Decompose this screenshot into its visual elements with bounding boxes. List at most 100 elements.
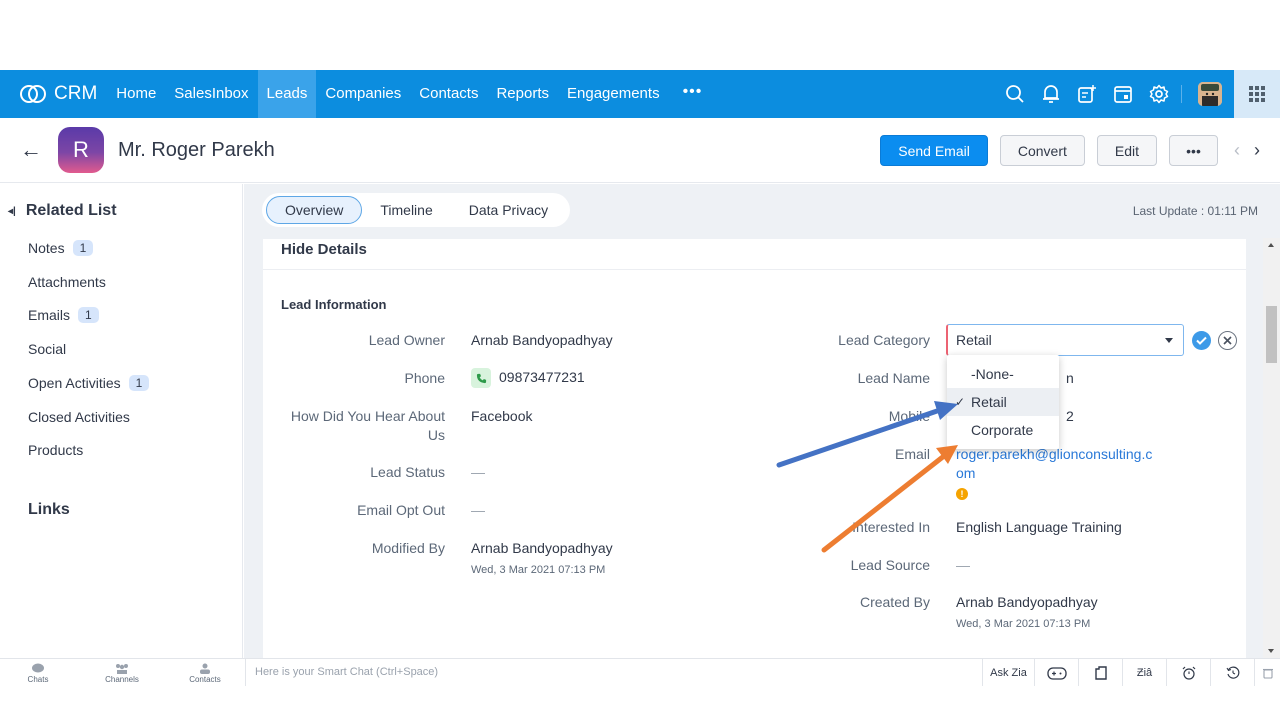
lead-owner-value[interactable]: Arnab Bandyopadhyay xyxy=(471,331,613,350)
scroll-up-icon[interactable] xyxy=(1268,243,1274,247)
last-update-text: Last Update : 01:11 PM xyxy=(1132,204,1258,218)
created-by-value: Arnab Bandyopadhyay Wed, 3 Mar 2021 07:1… xyxy=(956,593,1098,634)
dropdown-option-corporate[interactable]: Corporate xyxy=(947,416,1059,444)
links-title[interactable]: Links xyxy=(28,501,70,519)
sidebar-item-open-activities[interactable]: Open Activities 1 xyxy=(28,375,150,391)
convert-button[interactable]: Convert xyxy=(999,135,1085,166)
dropdown-option-retail[interactable]: ✓ Retail xyxy=(947,388,1059,416)
scrollbar-thumb[interactable] xyxy=(1266,306,1277,363)
sidebar-item-label: Open Activities xyxy=(28,375,121,391)
history-icon[interactable] xyxy=(1210,659,1254,687)
search-icon[interactable] xyxy=(997,70,1033,118)
field-label: Lead Category xyxy=(838,332,930,348)
contacts-label: Contacts xyxy=(189,675,221,684)
nav-item-leads[interactable]: Leads xyxy=(257,70,317,118)
nav-item-home[interactable]: Home xyxy=(107,70,165,118)
sidebar-item-closed-activities[interactable]: Closed Activities xyxy=(28,409,130,425)
sidebar-item-products[interactable]: Products xyxy=(28,442,83,458)
ask-zia-button[interactable]: Ask Zia xyxy=(982,659,1034,687)
field-label: Lead Source xyxy=(850,557,930,573)
add-note-icon[interactable] xyxy=(1069,70,1105,118)
created-by-date: Wed, 3 Mar 2021 07:13 PM xyxy=(956,618,1091,630)
option-label: Retail xyxy=(971,394,1007,410)
modified-by-date: Wed, 3 Mar 2021 07:13 PM xyxy=(471,564,606,576)
warning-icon[interactable]: ! xyxy=(956,488,968,500)
field-label: Modified By xyxy=(371,540,445,556)
count-badge: 1 xyxy=(128,375,150,391)
how-did-you-hear-value[interactable]: Facebook xyxy=(471,407,532,426)
alarm-icon[interactable] xyxy=(1166,659,1210,687)
profile-avatar[interactable] xyxy=(1198,82,1222,106)
option-label: -None- xyxy=(971,366,1014,382)
nav-item-contacts[interactable]: Contacts xyxy=(410,70,487,118)
top-nav-bar: CRM Home SalesInbox Leads Companies Cont… xyxy=(0,70,1280,118)
nav-item-engagements[interactable]: Engagements xyxy=(558,70,669,118)
sidebar-item-label: Notes xyxy=(28,240,65,256)
zia-icon[interactable]: Ƶiâ xyxy=(1122,659,1166,687)
sidebar-item-attachments[interactable]: Attachments xyxy=(28,274,106,290)
bottom-bar: Chats Channels Contacts Here is your Sma… xyxy=(0,658,1280,687)
mobile-value[interactable]: 2 xyxy=(1066,407,1074,426)
sidebar-item-notes[interactable]: Notes 1 xyxy=(28,240,94,256)
crm-logo[interactable]: CRM xyxy=(18,83,97,105)
bell-icon[interactable] xyxy=(1033,70,1069,118)
main-content: Overview Timeline Data Privacy Last Upda… xyxy=(244,184,1280,658)
calendar-icon[interactable] xyxy=(1105,70,1141,118)
modified-by-value: Arnab Bandyopadhyay Wed, 3 Mar 2021 07:1… xyxy=(471,539,613,580)
record-tabs: Overview Timeline Data Privacy xyxy=(262,193,571,227)
phone-icon[interactable] xyxy=(471,368,491,389)
save-field-button[interactable] xyxy=(1192,331,1211,350)
more-actions-button[interactable]: ••• xyxy=(1169,135,1218,166)
created-by-name: Arnab Bandyopadhyay xyxy=(956,594,1098,610)
trash-icon[interactable] xyxy=(1254,659,1280,687)
sidebar-item-emails[interactable]: Emails 1 xyxy=(28,307,99,323)
next-record-icon[interactable]: › xyxy=(1254,140,1260,161)
channels-button[interactable]: Channels xyxy=(102,663,142,684)
gamepad-icon[interactable] xyxy=(1034,659,1078,687)
nav-more-button[interactable]: ••• xyxy=(669,70,717,118)
scroll-down-icon[interactable] xyxy=(1268,649,1274,653)
tab-data-privacy[interactable]: Data Privacy xyxy=(451,196,566,224)
bottom-blank-area xyxy=(0,686,1280,720)
cancel-field-button[interactable] xyxy=(1218,331,1237,350)
lead-category-select[interactable]: Retail xyxy=(946,324,1184,356)
collapse-sidebar-icon[interactable]: ◂| xyxy=(8,206,16,217)
nav-item-salesinbox[interactable]: SalesInbox xyxy=(165,70,257,118)
smart-chat-input[interactable]: Here is your Smart Chat (Ctrl+Space) xyxy=(245,659,745,687)
hide-details-link[interactable]: Hide Details xyxy=(281,241,367,258)
contacts-chat-button[interactable]: Contacts xyxy=(185,663,225,684)
send-email-button[interactable]: Send Email xyxy=(880,135,988,166)
footer-tools: Ask Zia Ƶiâ xyxy=(982,659,1280,687)
record-name: Mr. Roger Parekh xyxy=(118,138,275,161)
chats-button[interactable]: Chats xyxy=(18,663,58,684)
record-header: ← R Mr. Roger Parekh Send Email Convert … xyxy=(0,118,1280,183)
interested-in-value[interactable]: English Language Training xyxy=(956,518,1122,537)
lead-source-value[interactable]: — xyxy=(956,556,970,575)
notes-icon[interactable] xyxy=(1078,659,1122,687)
email-opt-out-value[interactable]: — xyxy=(471,501,485,520)
app-grid-icon[interactable] xyxy=(1234,70,1280,118)
email-link[interactable]: roger.parekh@glionconsulting.com xyxy=(956,446,1152,481)
back-arrow-icon[interactable]: ← xyxy=(20,137,42,163)
phone-value[interactable]: 09873477231 xyxy=(471,368,585,389)
vertical-scrollbar[interactable] xyxy=(1263,238,1280,658)
nav-item-reports[interactable]: Reports xyxy=(487,70,558,118)
email-value[interactable]: roger.parekh@glionconsulting.com ! xyxy=(956,445,1156,502)
field-label: Phone xyxy=(404,370,445,386)
tab-overview[interactable]: Overview xyxy=(266,196,363,224)
related-list-title: Related List xyxy=(25,202,117,219)
lead-status-value[interactable]: — xyxy=(471,463,485,482)
lead-name-value[interactable]: n xyxy=(1066,369,1074,388)
sidebar-item-label: Social xyxy=(28,341,67,357)
tab-timeline[interactable]: Timeline xyxy=(362,196,450,224)
gear-icon[interactable] xyxy=(1141,70,1177,118)
sidebar-item-social[interactable]: Social xyxy=(28,341,66,357)
email-warning-wrap: ! xyxy=(956,483,1156,502)
previous-record-icon[interactable]: ‹ xyxy=(1234,140,1240,161)
dropdown-option-none[interactable]: -None- xyxy=(947,360,1059,388)
record-avatar: R xyxy=(58,127,104,173)
sidebar-item-label: Emails xyxy=(28,307,71,323)
details-card: Hide Details Lead Information Lead Owner… xyxy=(263,239,1246,658)
edit-button[interactable]: Edit xyxy=(1096,135,1157,166)
nav-item-companies[interactable]: Companies xyxy=(316,70,410,118)
